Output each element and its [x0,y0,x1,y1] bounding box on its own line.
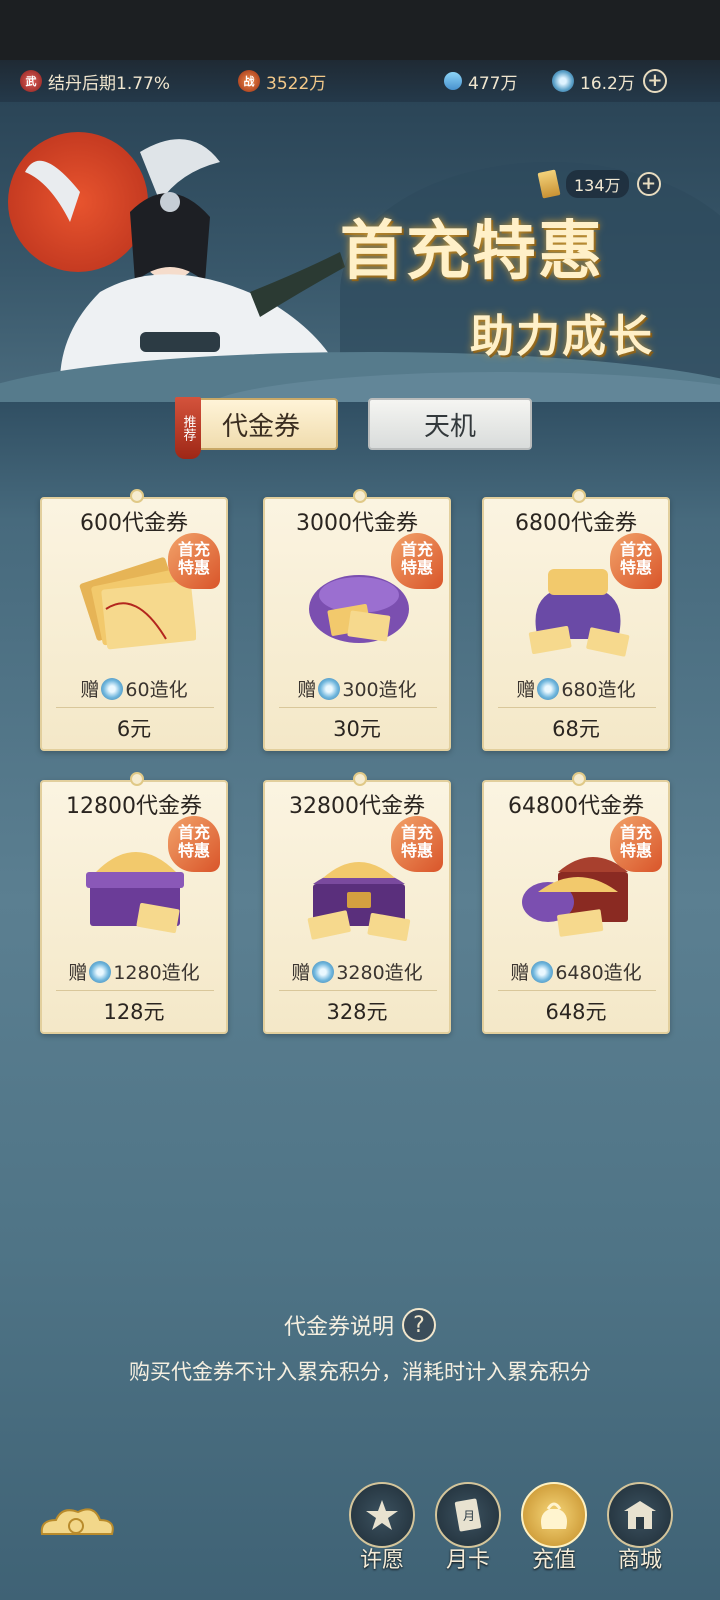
gift-row: 赠 6480造化 [510,960,642,984]
voucher-card[interactable]: 64800代金券 首充 特惠 赠 6480造化 648元 [482,772,670,1034]
realm-stat[interactable]: 武 结丹后期1.77% [20,69,171,94]
first-recharge-badge: 首充 特惠 [168,533,220,589]
realm-text: 结丹后期1.77% [48,73,171,94]
recommend-tag: 推荐 [175,397,201,459]
crystal-stat[interactable]: 477万 [440,68,518,94]
zaohua-add-button[interactable]: + [642,69,667,93]
recharge-icon [521,1482,587,1548]
coupon-add-button[interactable]: + [636,172,661,196]
card-price: 30元 [333,717,381,741]
first-recharge-badge: 首充 特惠 [610,533,662,589]
top-strip [0,0,720,60]
nav-wish[interactable]: 许愿 [346,1482,418,1580]
nav-label: 商城 [617,1548,662,1573]
svg-text:月: 月 [463,1509,475,1523]
card-divider [279,707,437,708]
zaohua-value: 16.2万 [580,73,635,94]
help-icon[interactable]: ? [402,1308,436,1342]
explanation-text: 购买代金券不计入累充积分，消耗时计入累充积分 [129,1360,591,1384]
card-ornament [130,772,144,786]
gift-row: 赠 680造化 [516,677,636,701]
month-card-icon: 月 [435,1482,501,1548]
gift-row: 赠 3280造化 [291,960,423,984]
battle-power-icon: 战 [238,70,260,92]
card-title: 6800代金券 [515,511,637,536]
explanation-title: 代金券说明 [283,1315,394,1340]
voucher-card[interactable]: 32800代金券 首充 特惠 赠 3280造化 328元 [263,772,451,1034]
coupon-ticket-icon [537,169,561,199]
card-title: 64800代金券 [508,794,644,819]
zaohua-icon [89,960,112,983]
card-title: 600代金券 [80,511,188,536]
tab-tianji[interactable]: 天机 [368,398,532,450]
first-recharge-badge: 首充 特惠 [168,816,220,872]
wish-icon [349,1482,415,1548]
coupon-balance[interactable]: 134万 + [537,169,666,199]
tab-voucher[interactable]: 代金券 [184,398,338,450]
zaohua-stat[interactable]: 16.2万 + [552,69,667,94]
card-divider [56,707,214,708]
card-ornament [130,489,144,503]
first-recharge-badge: 首充 特惠 [391,816,443,872]
voucher-card[interactable]: 6800代金券 首充 特惠 赠 680造化 68元 [482,489,670,751]
card-price: 648元 [545,1000,607,1024]
nav-label: 许愿 [359,1548,404,1573]
zaohua-icon [312,960,335,983]
cloud-menu-icon[interactable] [36,1502,118,1546]
status-bar: 武 结丹后期1.77% 战 3522万 477万 16.2万 + [0,60,720,103]
realm-icon: 武 [20,70,42,92]
crystal-icon [440,68,466,94]
card-divider [56,990,214,991]
nav-month-card[interactable]: 月 月卡 [432,1482,504,1580]
first-recharge-badge: 首充 特惠 [610,816,662,872]
crystal-value: 477万 [468,73,518,94]
nav-label: 充值 [531,1548,576,1573]
zaohua-icon [101,677,124,700]
banner-subtitle: 助力成长 [470,311,654,362]
card-ornament [572,489,586,503]
gift-row: 赠 300造化 [297,677,417,701]
zaohua-icon [552,70,574,92]
nav-shop[interactable]: 商城 [604,1482,676,1580]
gift-row: 赠 60造化 [80,677,188,701]
first-recharge-badge: 首充 特惠 [391,533,443,589]
card-price: 328元 [326,1000,388,1024]
card-price: 128元 [103,1000,165,1024]
gift-row: 赠 1280造化 [68,960,200,984]
card-divider [498,990,656,991]
zaohua-icon [537,677,560,700]
card-title: 3000代金券 [296,511,418,536]
voucher-explanation: 代金券说明 ? 购买代金券不计入累充积分，消耗时计入累充积分 [0,1308,720,1386]
power-stat[interactable]: 战 3522万 [238,69,327,94]
voucher-card[interactable]: 3000代金券 首充 特惠 赠 300造化 30元 [263,489,451,751]
zaohua-icon [531,960,554,983]
card-ornament [353,772,367,786]
card-divider [279,990,437,991]
power-value: 3522万 [266,73,327,94]
card-price: 68元 [552,717,600,741]
nav-label: 月卡 [445,1548,490,1573]
voucher-card[interactable]: 600代金券 首充 特惠 赠 60造化 6元 [40,489,228,751]
card-ornament [572,772,586,786]
coupon-balance-value: 134万 [566,170,629,198]
nav-recharge[interactable]: 充值 [518,1482,590,1580]
card-divider [498,707,656,708]
shop-icon [607,1482,673,1548]
card-title: 12800代金券 [66,794,202,819]
card-price: 6元 [116,717,152,741]
zaohua-icon [318,677,341,700]
voucher-card[interactable]: 12800代金券 首充 特惠 赠 1280造化 128元 [40,772,228,1034]
card-title: 32800代金券 [289,794,425,819]
card-ornament [353,489,367,503]
banner-title: 首充特惠 [340,214,604,289]
